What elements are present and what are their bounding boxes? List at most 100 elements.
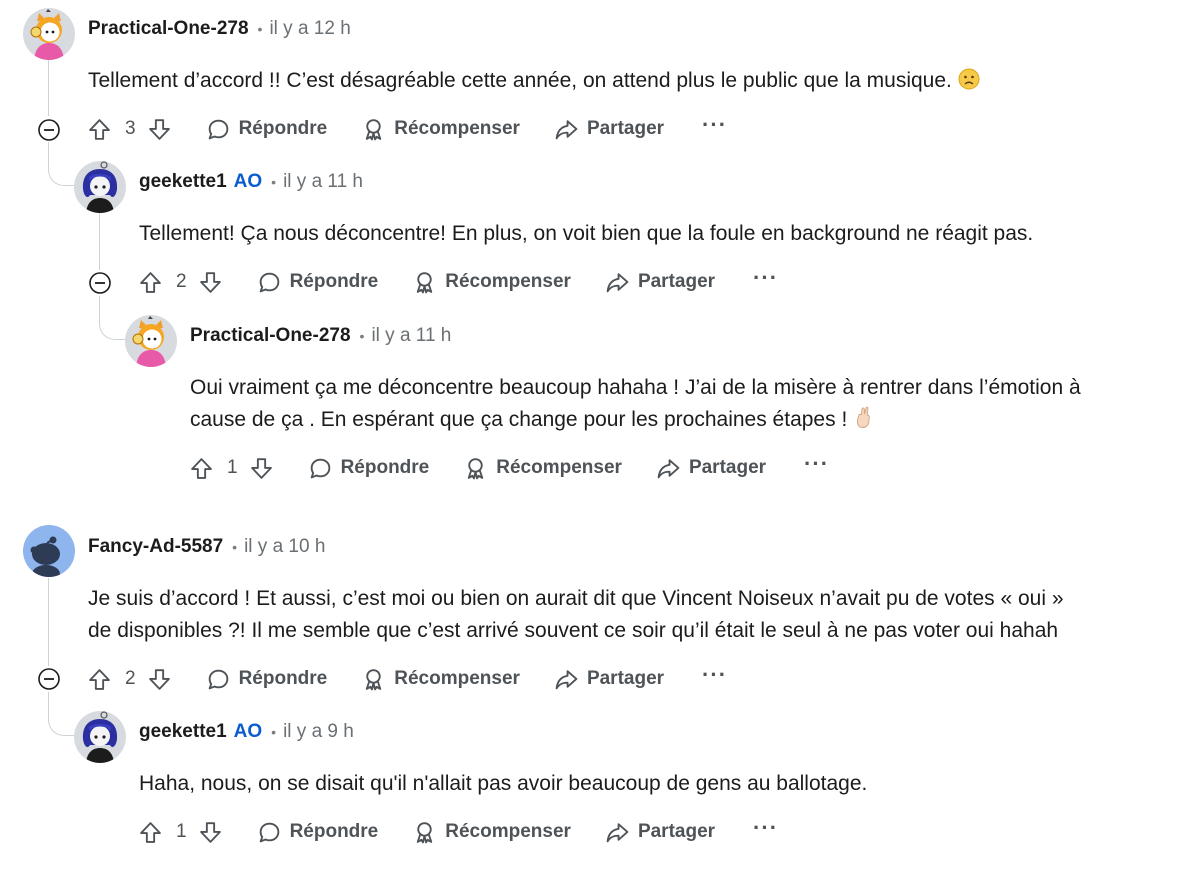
- reply-button[interactable]: Répondre: [257, 270, 379, 295]
- award-button[interactable]: Récompenser: [463, 456, 622, 481]
- user-avatar[interactable]: [23, 525, 75, 577]
- vote-count: 1: [227, 457, 238, 478]
- share-label: Partager: [637, 271, 716, 292]
- downvote-icon[interactable]: [198, 270, 223, 295]
- downvote-icon[interactable]: [198, 820, 223, 845]
- user-avatar[interactable]: [74, 161, 126, 213]
- award-icon: [361, 117, 386, 142]
- vote-count: 1: [176, 821, 187, 842]
- award-button[interactable]: Récompenser: [412, 820, 571, 845]
- timestamp[interactable]: il y a 12 h: [269, 18, 350, 40]
- vote-group: 2: [138, 270, 223, 295]
- comment-actions: 2 Répondre Récompenser Partager ···: [87, 659, 727, 699]
- reply-button[interactable]: Répondre: [308, 456, 430, 481]
- reply-bubble-icon: [308, 456, 333, 481]
- downvote-icon[interactable]: [147, 667, 172, 692]
- username[interactable]: Practical-One-278: [88, 18, 249, 40]
- comment-body: Oui vraiment ça me déconcentre beaucoup …: [190, 372, 1190, 436]
- comment-text: Tellement d’accord !! C’est désagréable …: [88, 69, 952, 92]
- vote-group: 1: [138, 820, 223, 845]
- collapse-thread-icon[interactable]: [37, 118, 61, 142]
- upvote-icon[interactable]: [87, 667, 112, 692]
- vote-group: 1: [189, 456, 274, 481]
- comment-meta: Practical-One-278 • il y a 12 h: [88, 18, 351, 40]
- award-icon: [412, 820, 437, 845]
- share-arrow-icon: [605, 820, 630, 845]
- share-label: Partager: [688, 457, 767, 478]
- comment-meta: Practical-One-278 • il y a 11 h: [190, 325, 451, 347]
- comment-actions: 3 Répondre Récompenser Partager ···: [87, 109, 727, 149]
- award-icon: [463, 456, 488, 481]
- comment-body: Je suis d’accord ! Et aussi, c’est moi o…: [88, 583, 1188, 647]
- comment-text: Tellement! Ça nous déconcentre! En plus,…: [139, 222, 1034, 245]
- more-options-button[interactable]: ···: [702, 114, 727, 138]
- cat-hood-avatar-icon: [23, 8, 75, 60]
- share-label: Partager: [586, 668, 665, 689]
- reply-bubble-icon: [257, 820, 282, 845]
- reply-label: Répondre: [340, 457, 430, 478]
- share-button[interactable]: Partager: [554, 117, 664, 142]
- comment-meta: geekette1 AO • il y a 9 h: [139, 721, 354, 743]
- share-button[interactable]: Partager: [554, 667, 664, 692]
- reply-label: Répondre: [289, 271, 379, 292]
- award-button[interactable]: Récompenser: [361, 117, 520, 142]
- user-avatar[interactable]: [74, 711, 126, 763]
- timestamp[interactable]: il y a 9 h: [283, 721, 354, 743]
- award-label: Récompenser: [496, 457, 622, 478]
- collapse-thread-icon[interactable]: [37, 667, 61, 691]
- reply-button[interactable]: Répondre: [206, 117, 327, 142]
- award-label: Récompenser: [394, 668, 520, 689]
- vote-group: 2: [87, 667, 172, 692]
- thread-line: [99, 212, 100, 270]
- username[interactable]: geekette1: [139, 171, 227, 193]
- collapse-thread-icon[interactable]: [88, 271, 112, 295]
- meta-separator: •: [271, 724, 277, 740]
- cat-hood-avatar-icon: [125, 315, 177, 367]
- meta-separator: •: [359, 328, 365, 344]
- reply-button[interactable]: Répondre: [257, 820, 378, 845]
- comment-text-line: cause de ça . En espérant que ça change …: [190, 408, 848, 431]
- comment-text: Haha, nous, on se disait qu'il n'allait …: [139, 772, 868, 795]
- reply-bubble-icon: [206, 667, 231, 692]
- share-label: Partager: [637, 821, 716, 842]
- downvote-icon[interactable]: [249, 456, 274, 481]
- downvote-icon[interactable]: [147, 117, 172, 142]
- user-avatar[interactable]: [125, 315, 177, 367]
- crossed-fingers-emoji-icon: [857, 406, 870, 428]
- meta-separator: •: [271, 174, 277, 190]
- more-options-button[interactable]: ···: [702, 664, 727, 688]
- user-avatar[interactable]: [23, 8, 75, 60]
- share-arrow-icon: [605, 270, 630, 295]
- reply-button[interactable]: Répondre: [206, 667, 328, 692]
- comment-text-line: Oui vraiment ça me déconcentre beaucoup …: [190, 376, 1081, 399]
- share-button[interactable]: Partager: [605, 270, 715, 295]
- more-options-button[interactable]: ···: [753, 817, 778, 841]
- username[interactable]: Fancy-Ad-5587: [88, 536, 223, 558]
- thread-line: [48, 60, 49, 116]
- upvote-icon[interactable]: [189, 456, 214, 481]
- username[interactable]: geekette1: [139, 721, 227, 743]
- default-snoo-avatar-icon: [23, 525, 75, 577]
- comment-text-line: Je suis d’accord ! Et aussi, c’est moi o…: [88, 587, 1064, 610]
- vote-count: 2: [125, 668, 136, 689]
- timestamp[interactable]: il y a 10 h: [244, 536, 325, 558]
- share-button[interactable]: Partager: [656, 456, 766, 481]
- timestamp[interactable]: il y a 11 h: [371, 325, 451, 347]
- upvote-icon[interactable]: [138, 820, 163, 845]
- frowning-face-emoji-icon: [958, 68, 980, 90]
- reply-bubble-icon: [206, 117, 231, 142]
- share-button[interactable]: Partager: [605, 820, 715, 845]
- timestamp[interactable]: il y a 11 h: [283, 171, 363, 193]
- upvote-icon[interactable]: [138, 270, 163, 295]
- share-arrow-icon: [554, 667, 579, 692]
- award-button[interactable]: Récompenser: [361, 667, 520, 692]
- comment-actions: 2 Répondre Récompenser Partager ···: [138, 262, 778, 302]
- award-button[interactable]: Récompenser: [412, 270, 571, 295]
- comment-body: Haha, nous, on se disait qu'il n'allait …: [139, 768, 1200, 800]
- upvote-icon[interactable]: [87, 117, 112, 142]
- more-options-button[interactable]: ···: [804, 453, 829, 477]
- more-options-button[interactable]: ···: [753, 267, 778, 291]
- award-icon: [412, 270, 437, 295]
- username[interactable]: Practical-One-278: [190, 325, 351, 347]
- reply-label: Répondre: [238, 668, 328, 689]
